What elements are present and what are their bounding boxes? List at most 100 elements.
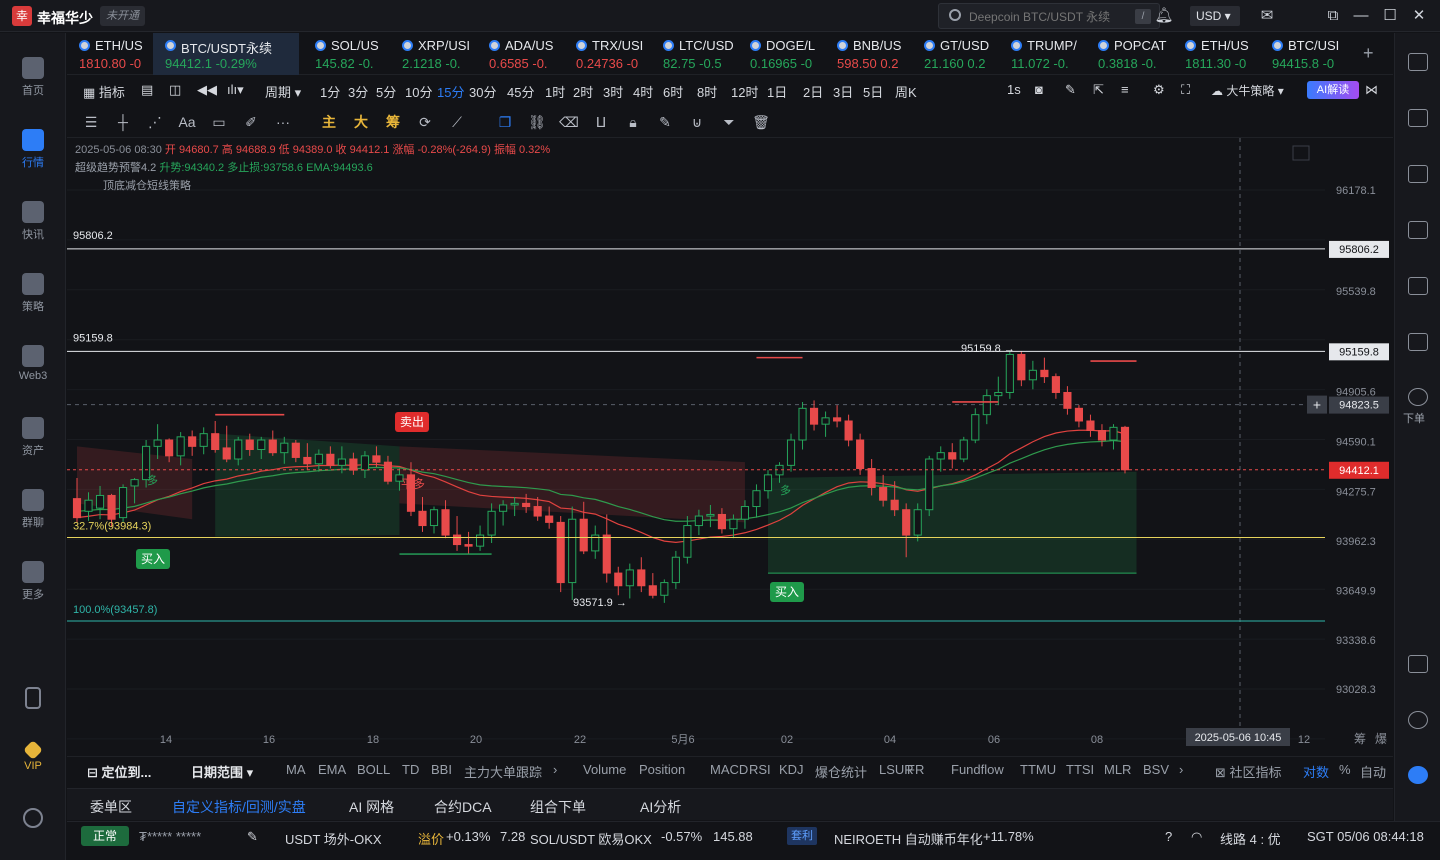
big-order-toggle[interactable]: 大 bbox=[351, 112, 371, 132]
edit-icon[interactable]: ✎ bbox=[655, 112, 675, 132]
dollar-icon[interactable] bbox=[1408, 165, 1428, 183]
period-option[interactable]: 1分 bbox=[320, 82, 340, 101]
layout-grid-icon[interactable] bbox=[1408, 53, 1428, 71]
sub-indicator-option[interactable]: MLR bbox=[1104, 762, 1131, 777]
ai-interpret-button[interactable]: AI解读 bbox=[1307, 81, 1359, 99]
kline-chart[interactable]: 95806.2 95159.8 32.7%(93984.3) 100.0%(93457… bbox=[67, 138, 1393, 750]
text-tool-icon[interactable]: Aa bbox=[177, 112, 197, 132]
layout-icon[interactable]: ◫ bbox=[169, 82, 181, 98]
panel-icon[interactable] bbox=[1408, 655, 1428, 673]
search-box[interactable]: / bbox=[938, 3, 1160, 29]
sub-indicator-option[interactable]: RSI bbox=[749, 762, 771, 777]
sub-indicator-option[interactable]: MACD bbox=[710, 762, 748, 777]
main-indicator-option[interactable]: TD bbox=[402, 762, 419, 777]
period-option[interactable]: 1时 bbox=[545, 82, 565, 101]
main-chart-toggle[interactable]: 主 bbox=[319, 112, 339, 132]
fullscreen-icon[interactable]: ⛶ bbox=[1181, 82, 1190, 98]
assistant-bot-icon[interactable] bbox=[1408, 766, 1428, 784]
period-option[interactable]: 12时 bbox=[731, 82, 758, 101]
measure-icon[interactable]: ⟋ bbox=[447, 112, 467, 132]
link-icon[interactable]: ⛓ bbox=[527, 112, 547, 132]
pattern-icon[interactable]: ⵡ bbox=[591, 112, 611, 132]
ticker-tab-0[interactable]: ETH/US 1810.80 -0 bbox=[67, 33, 153, 75]
sub-indicator-option[interactable]: Position bbox=[639, 762, 685, 777]
trend-tool-icon[interactable]: ⋰ bbox=[145, 112, 165, 132]
ruler-tool-icon[interactable]: ▭ bbox=[209, 112, 229, 132]
period-option[interactable]: 3日 bbox=[833, 82, 853, 101]
ticker-tab-7[interactable]: DOGE/L 0.16965 -0 bbox=[738, 33, 824, 75]
period-option[interactable]: 2时 bbox=[573, 82, 593, 101]
sidebar-item-web3[interactable]: Web3 bbox=[0, 345, 66, 382]
main-indicator-option[interactable]: MA bbox=[286, 762, 306, 777]
ticker-tab-3[interactable]: XRP/USI 2.1218 -0. bbox=[390, 33, 476, 75]
sub-indicator-option[interactable]: FR bbox=[907, 762, 924, 777]
verify-status-badge[interactable]: 未开通 bbox=[100, 6, 145, 26]
ticker-tab-13[interactable]: BTC/USI 94415.8 -0 bbox=[1260, 33, 1346, 75]
period-select[interactable]: 周期 ▾ bbox=[265, 82, 301, 101]
period-option[interactable]: 8时 bbox=[697, 82, 717, 101]
headset-icon[interactable] bbox=[1408, 711, 1428, 729]
main-indicator-option[interactable]: EMA bbox=[318, 762, 346, 777]
bottom-tab[interactable]: 委单区 bbox=[90, 797, 132, 817]
monitor-icon[interactable] bbox=[1408, 277, 1428, 295]
sub-indicator-option[interactable]: TTMU bbox=[1020, 762, 1056, 777]
orderbook-icon[interactable] bbox=[1408, 109, 1428, 127]
sidebar-item-vip[interactable]: VIP bbox=[0, 740, 66, 772]
sidebar-item-chat[interactable]: 群聊 bbox=[0, 489, 66, 530]
card-icon[interactable] bbox=[1408, 333, 1428, 351]
period-option[interactable]: 5分 bbox=[376, 82, 396, 101]
period-option[interactable]: 15分 bbox=[437, 82, 464, 101]
chart-canvas[interactable]: 95806.2 95159.8 32.7%(93984.3) 100.0%(93457… bbox=[67, 138, 1393, 750]
network-line-status[interactable]: 线路 4 : 优 bbox=[1220, 829, 1281, 848]
pen-icon[interactable]: ✎ bbox=[1065, 82, 1076, 98]
sidebar-item-news[interactable]: 快讯 bbox=[0, 201, 66, 242]
ticker-tab-12[interactable]: ETH/US 1811.30 -0 bbox=[1173, 33, 1259, 75]
minimize-icon[interactable]: — bbox=[1351, 6, 1371, 26]
export-icon[interactable]: ⇱ bbox=[1093, 82, 1104, 98]
period-option[interactable]: 45分 bbox=[507, 82, 534, 101]
sub-indicator-option[interactable]: KDJ bbox=[779, 762, 804, 777]
avatar[interactable]: 幸 bbox=[12, 6, 32, 26]
strategy-select[interactable]: ☁ 大牛策略 ▾ bbox=[1211, 82, 1284, 99]
currency-select[interactable]: USD ▾ bbox=[1190, 6, 1240, 26]
search-input[interactable] bbox=[969, 8, 1119, 26]
bottom-tab[interactable]: 自定义指标/回测/实盘 bbox=[172, 797, 306, 817]
trash-icon[interactable]: 🗑︎ bbox=[751, 112, 771, 132]
period-option[interactable]: 周K bbox=[895, 82, 917, 101]
sidebar-item-settings[interactable] bbox=[0, 808, 66, 831]
magnet-icon[interactable]: ⊍ bbox=[687, 112, 707, 132]
calendar-icon[interactable]: ▤ bbox=[141, 82, 153, 98]
user-name[interactable]: 幸福华少 bbox=[37, 8, 93, 28]
date-range-select[interactable]: 日期范围 ▾ bbox=[191, 762, 253, 781]
ticker-tab-2[interactable]: SOL/US 145.82 -0. bbox=[303, 33, 389, 75]
depth-chart-icon[interactable] bbox=[1408, 221, 1428, 239]
period-option[interactable]: 4时 bbox=[633, 82, 653, 101]
auto-scale-toggle[interactable]: 自动 bbox=[1360, 762, 1386, 781]
more-tools-icon[interactable]: ··· bbox=[273, 112, 293, 132]
sub-indicator-option[interactable]: BSV bbox=[1143, 762, 1169, 777]
sidebar-item-strategy[interactable]: 策略 bbox=[0, 273, 66, 314]
share-icon[interactable]: ⋈ bbox=[1365, 82, 1378, 98]
sub-indicator-option[interactable]: TTSI bbox=[1066, 762, 1094, 777]
period-option[interactable]: 30分 bbox=[469, 82, 496, 101]
ticker-tab-6[interactable]: LTC/USD 82.75 -0.5 bbox=[651, 33, 737, 75]
popout-icon[interactable]: ⧉ bbox=[1323, 6, 1343, 26]
period-option[interactable]: 1日 bbox=[767, 82, 787, 101]
ticker-tab-5[interactable]: TRX/USI 0.24736 -0 bbox=[564, 33, 650, 75]
sidebar-item-assets[interactable]: 资产 bbox=[0, 417, 66, 458]
hline-tool-icon[interactable]: ┼ bbox=[113, 112, 133, 132]
place-order-icon[interactable] bbox=[1408, 388, 1428, 406]
bottom-tab[interactable]: AI分析 bbox=[640, 797, 681, 817]
chevron-right-icon[interactable]: › bbox=[553, 762, 557, 777]
gear-icon[interactable]: ⚙ bbox=[1153, 82, 1165, 98]
sidebar-item-home[interactable]: 首页 bbox=[0, 57, 66, 98]
maximize-icon[interactable]: ☐ bbox=[1380, 6, 1400, 26]
main-indicator-option[interactable]: BOLL bbox=[357, 762, 390, 777]
earn-promo-label[interactable]: NEIROETH 自动赚币年化 bbox=[834, 829, 983, 848]
log-scale-toggle[interactable]: 对数 bbox=[1303, 762, 1329, 781]
chevron-right-icon[interactable]: › bbox=[1179, 762, 1183, 777]
add-tab-icon[interactable]: + bbox=[1363, 43, 1374, 64]
ticker-tab-9[interactable]: GT/USD 21.160 0.2 bbox=[912, 33, 998, 75]
sidebar-item-phone[interactable] bbox=[0, 687, 66, 712]
candle-type-icon[interactable]: ılı▾ bbox=[227, 82, 244, 98]
